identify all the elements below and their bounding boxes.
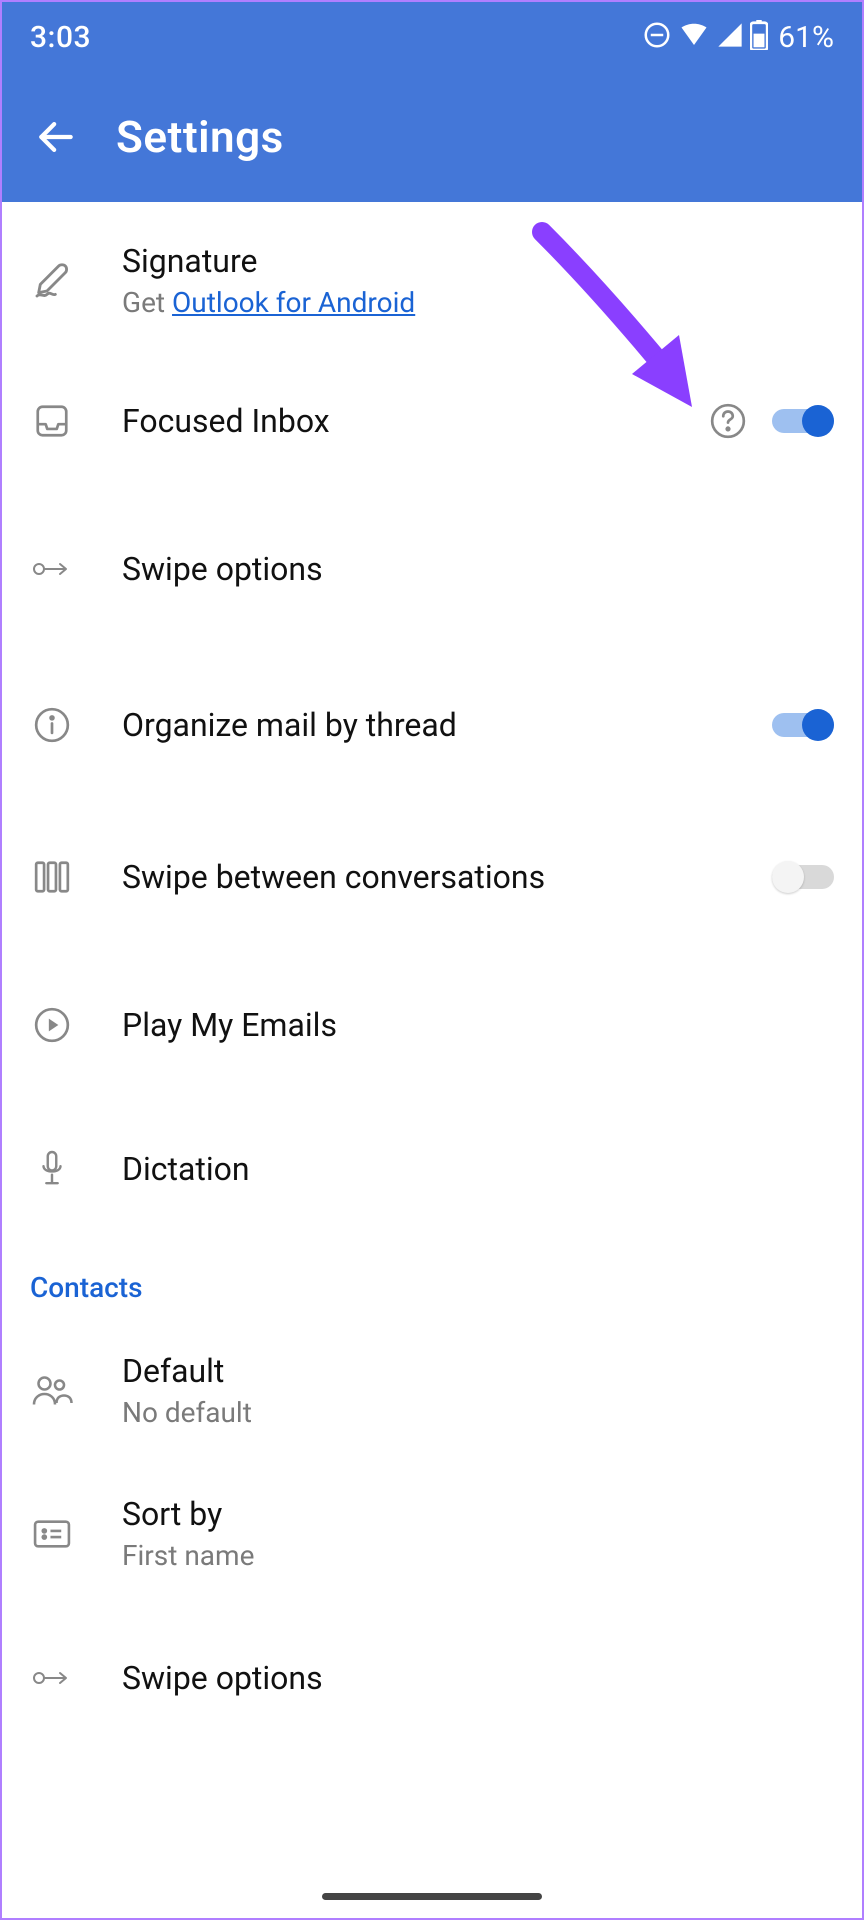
outlook-android-link[interactable]: Outlook for Android (172, 286, 415, 319)
swipe-conversations-row[interactable]: Swipe between conversations (2, 801, 862, 953)
signature-title: Signature (122, 242, 834, 280)
dnd-icon (642, 20, 672, 54)
signal-icon (716, 20, 744, 54)
contacts-default-sub: No default (122, 1396, 834, 1429)
card-icon (30, 1512, 74, 1556)
signature-icon (30, 259, 74, 303)
organize-thread-title: Organize mail by thread (122, 706, 772, 744)
page-title: Settings (116, 111, 284, 163)
swipe-options-title: Swipe options (122, 550, 834, 588)
play-emails-title: Play My Emails (122, 1006, 834, 1044)
play-emails-row[interactable]: Play My Emails (2, 953, 862, 1097)
mic-icon (30, 1147, 74, 1191)
battery-percentage: 61% (778, 20, 834, 55)
signature-sub: Get Outlook for Android (122, 286, 834, 319)
dictation-row[interactable]: Dictation (2, 1097, 862, 1241)
status-icons: 61% (642, 20, 834, 55)
swipe-conversations-toggle[interactable] (772, 859, 834, 895)
inbox-icon (30, 399, 74, 443)
battery-icon (750, 20, 768, 54)
swipe-options-row[interactable]: Swipe options (2, 489, 862, 649)
contacts-default-title: Default (122, 1352, 834, 1390)
contacts-default-row[interactable]: Default No default (2, 1316, 862, 1459)
people-icon (30, 1369, 74, 1413)
columns-icon (30, 855, 74, 899)
organize-thread-row[interactable]: Organize mail by thread (2, 649, 862, 801)
status-bar: 3:03 61% (2, 2, 862, 72)
contacts-section-header: Contacts (2, 1241, 862, 1316)
focused-inbox-row[interactable]: Focused Inbox (2, 353, 862, 489)
contacts-swipe-title: Swipe options (122, 1659, 834, 1697)
contacts-swipe-row[interactable]: Swipe options (2, 1602, 862, 1754)
status-time: 3:03 (30, 20, 91, 55)
focused-inbox-title: Focused Inbox (122, 402, 708, 440)
play-icon (30, 1003, 74, 1047)
app-bar: Settings (2, 72, 862, 202)
home-indicator[interactable] (322, 1893, 542, 1900)
info-icon (30, 703, 74, 747)
swipe-conversations-title: Swipe between conversations (122, 858, 772, 896)
wifi-icon (678, 20, 710, 54)
contacts-sort-sub: First name (122, 1539, 834, 1572)
signature-row[interactable]: Signature Get Outlook for Android (2, 202, 862, 353)
swipe-icon (30, 1656, 74, 1700)
organize-thread-toggle[interactable] (772, 707, 834, 743)
focused-inbox-toggle[interactable] (772, 403, 834, 439)
contacts-sort-row[interactable]: Sort by First name (2, 1459, 862, 1602)
help-icon[interactable] (708, 401, 748, 441)
swipe-icon (30, 547, 74, 591)
back-button[interactable] (26, 115, 86, 159)
contacts-sort-title: Sort by (122, 1495, 834, 1533)
dictation-title: Dictation (122, 1150, 834, 1188)
